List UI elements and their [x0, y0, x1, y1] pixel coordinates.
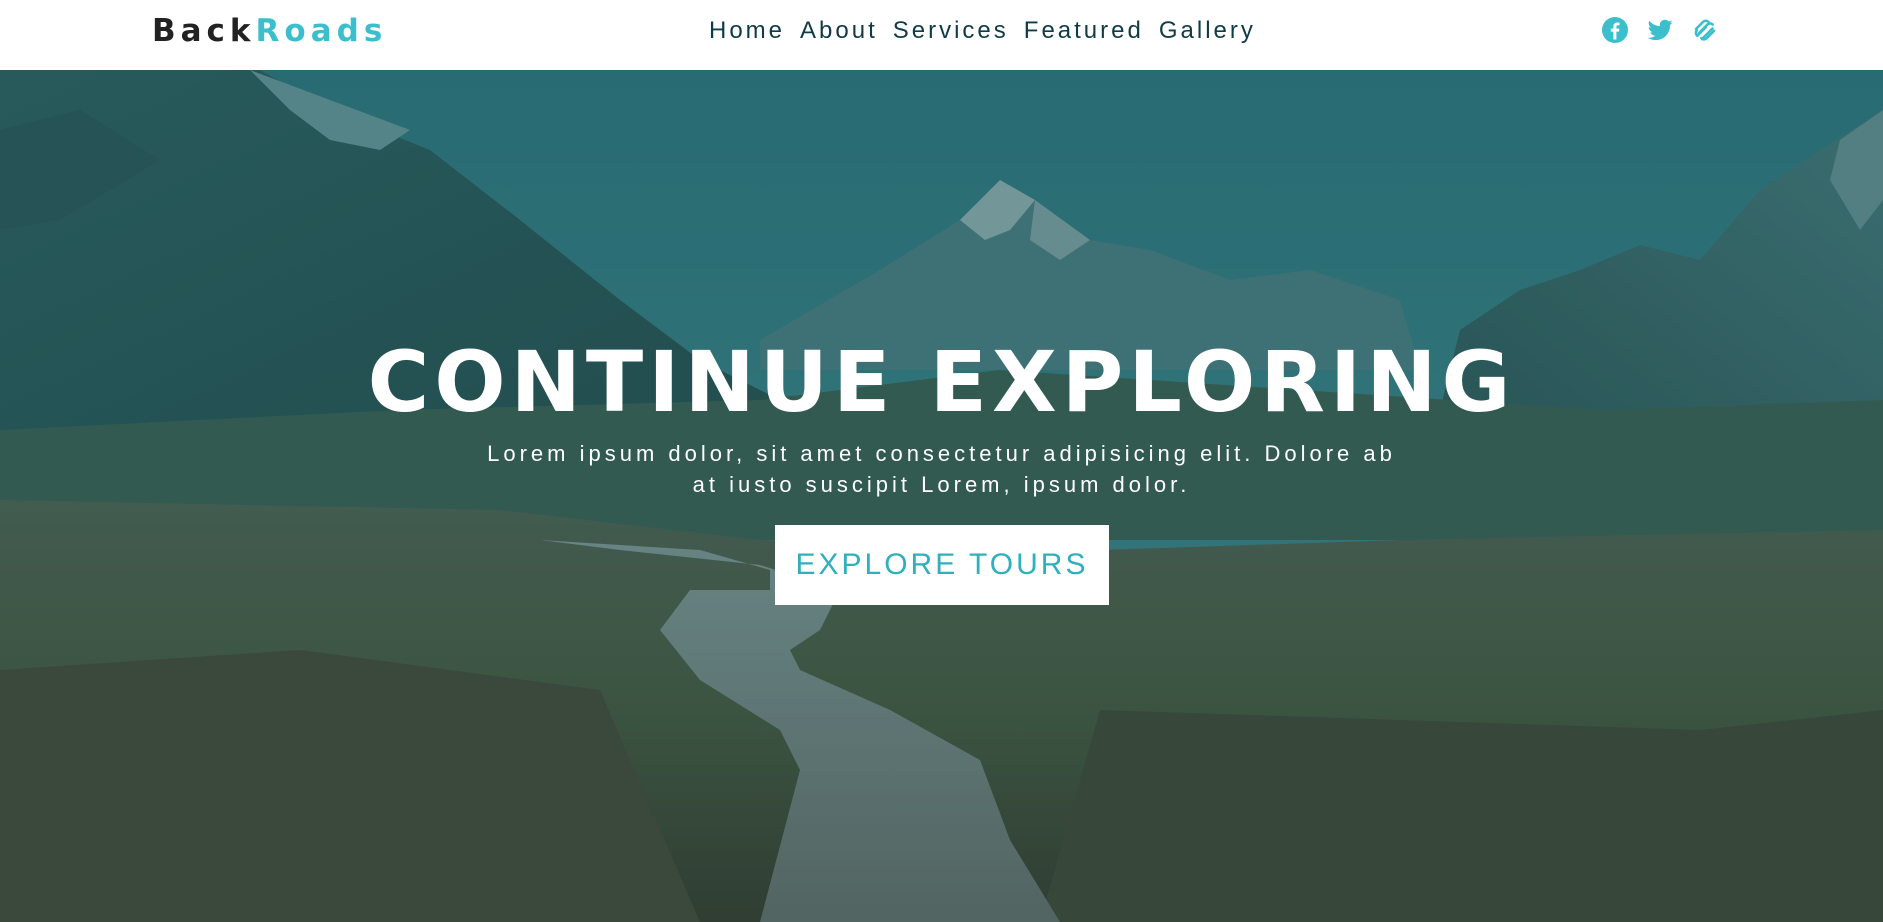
navbar: BackRoads Home About Services Featured G…: [0, 0, 1883, 70]
nav-links: Home About Services Featured Gallery: [709, 14, 1256, 48]
brand-logo-part1: Back: [152, 13, 256, 49]
facebook-icon[interactable]: [1601, 16, 1629, 44]
brand-logo[interactable]: BackRoads: [152, 11, 387, 51]
nav-link-gallery[interactable]: Gallery: [1159, 17, 1256, 44]
social-icons: [1601, 16, 1719, 44]
nav-item-services: Services: [893, 14, 1009, 48]
hero-section: CONTINUE EXPLORING Lorem ipsum dolor, si…: [0, 70, 1883, 922]
nav-link-services[interactable]: Services: [893, 17, 1009, 44]
explore-tours-button[interactable]: EXPLORE TOURS: [775, 525, 1109, 605]
nav-item-featured: Featured: [1024, 14, 1144, 48]
hero-content: CONTINUE EXPLORING Lorem ipsum dolor, si…: [0, 70, 1883, 922]
hero-title: CONTINUE EXPLORING: [367, 333, 1516, 431]
nav-item-about: About: [800, 14, 878, 48]
hero-text: Lorem ipsum dolor, sit amet consectetur …: [487, 441, 1396, 497]
nav-link-featured[interactable]: Featured: [1024, 17, 1144, 44]
brand-logo-part2: Roads: [255, 13, 388, 49]
nav-link-home[interactable]: Home: [709, 17, 785, 44]
squarespace-icon[interactable]: [1691, 16, 1719, 44]
nav-item-gallery: Gallery: [1159, 14, 1256, 48]
nav-link-about[interactable]: About: [800, 17, 878, 44]
twitter-icon[interactable]: [1646, 16, 1674, 44]
nav-item-home: Home: [709, 14, 785, 48]
